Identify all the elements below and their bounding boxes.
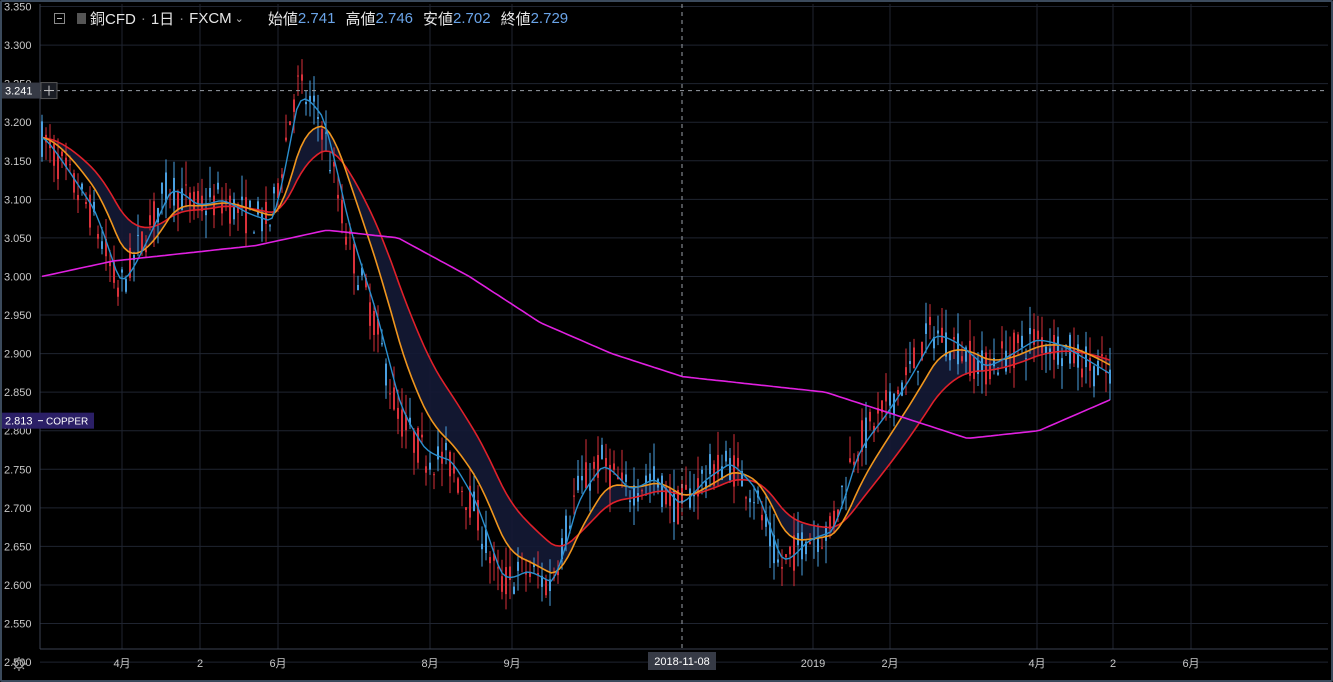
symbol-flag-icon [77,13,86,24]
close-value: 2.729 [530,10,569,27]
collapse-icon[interactable] [54,13,65,24]
open-label: 始値 [267,11,298,28]
open-value: 2.741 [297,10,336,27]
high-value: 2.746 [375,10,414,27]
chart-frame [0,0,1333,682]
low-value: 2.702 [453,10,491,27]
chart-legend: 銅CFD · 1日 · FXCM ⌄ 始値 2.741 高値 2.746 安値 2.7… [54,8,568,29]
high-label: 高値 [345,11,376,28]
close-label: 終値 [500,11,531,28]
legend-separator: · [179,10,185,27]
interval-label[interactable]: 1日 [151,8,174,29]
exchange-label[interactable]: FXCM [189,10,232,27]
low-label: 安値 [423,11,454,28]
chevron-down-icon[interactable]: ⌄ [235,12,244,25]
legend-separator: · [140,10,146,27]
symbol-name[interactable]: 銅CFD [90,8,136,29]
